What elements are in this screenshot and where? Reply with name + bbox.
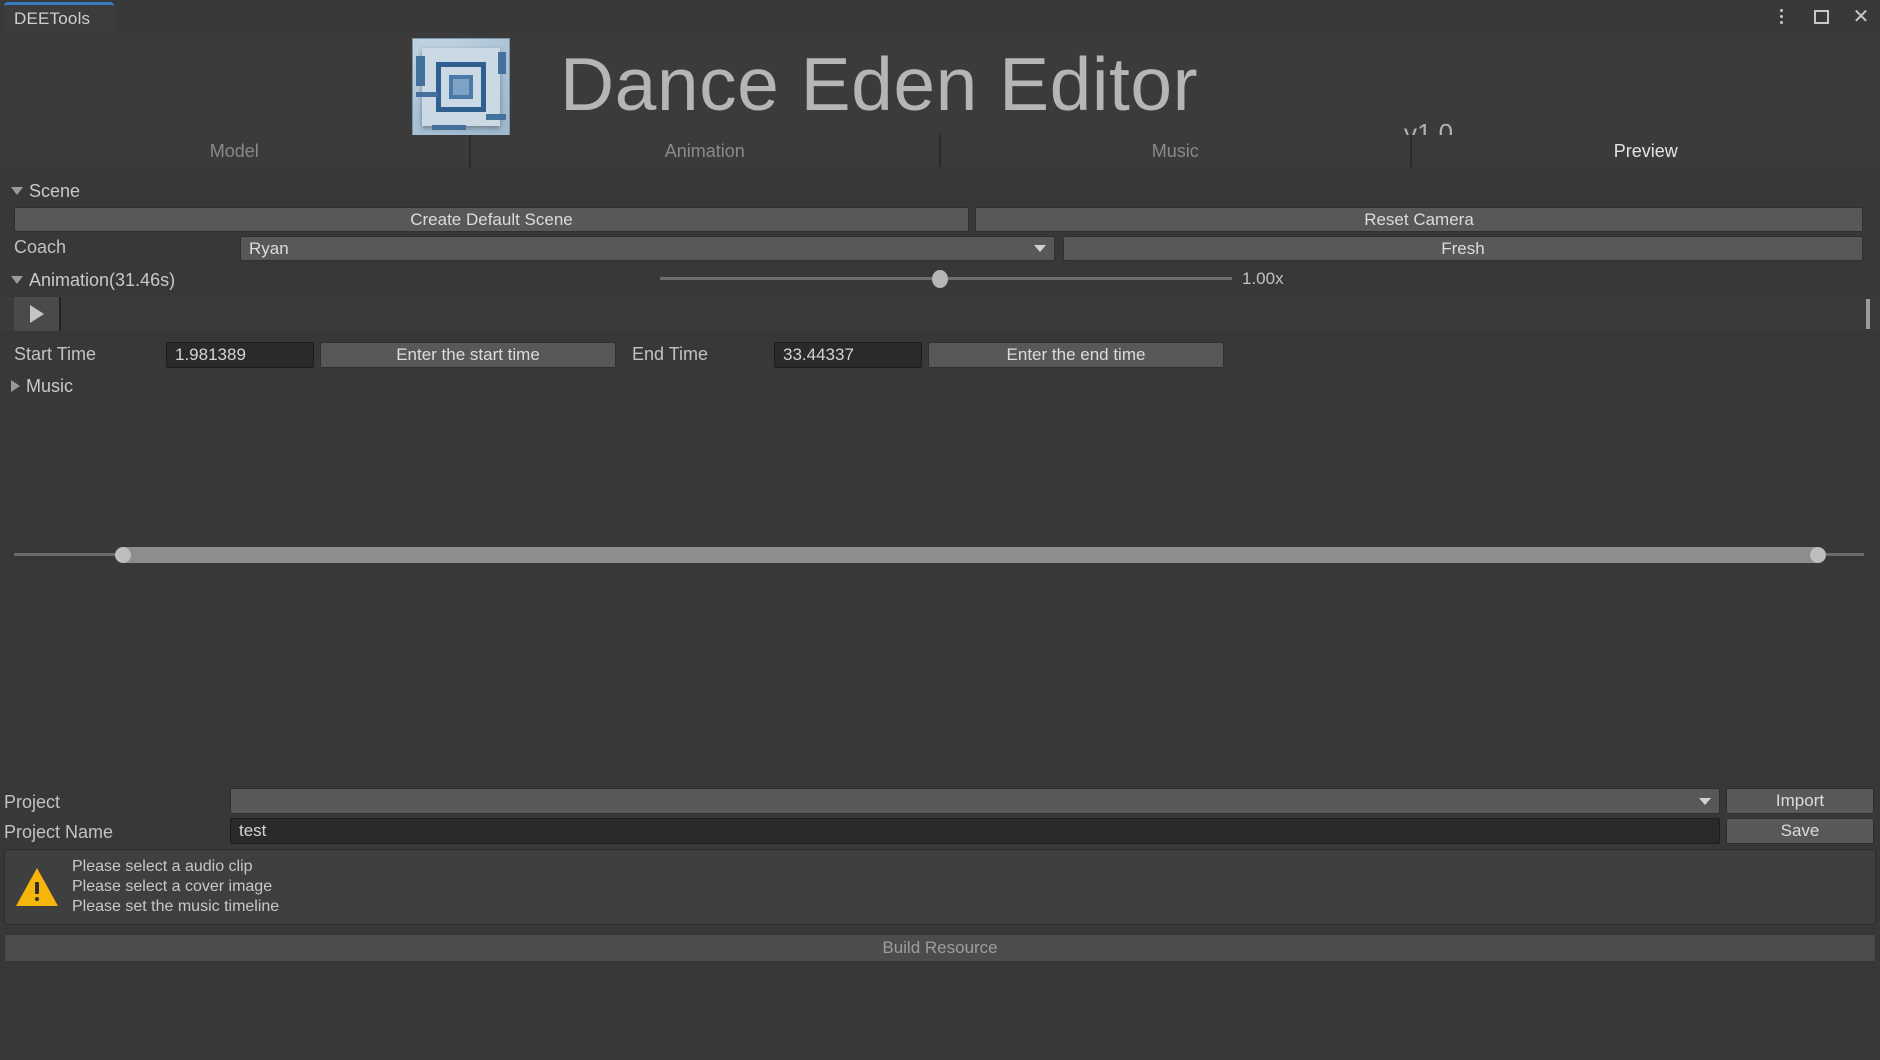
- close-icon[interactable]: ✕: [1850, 6, 1872, 28]
- project-dropdown[interactable]: [230, 788, 1720, 814]
- window-tab-label: DEETools: [14, 9, 91, 28]
- import-button-label: Import: [1775, 791, 1825, 810]
- enter-start-time-button[interactable]: Enter the start time: [320, 342, 616, 368]
- scene-foldout-label: Scene: [29, 180, 81, 201]
- scene-foldout[interactable]: Scene: [0, 180, 1880, 202]
- dance-eden-editor-logo: [412, 38, 510, 136]
- window-controls: ✕: [1770, 0, 1872, 33]
- tab-animation-label: Animation: [664, 140, 745, 161]
- playback-speed-value: 1.00x: [1242, 269, 1284, 288]
- enter-end-time-label: Enter the end time: [1006, 345, 1146, 364]
- music-foldout-label: Music: [26, 375, 74, 396]
- chevron-down-icon: [11, 187, 23, 195]
- project-name-value: test: [239, 821, 267, 840]
- chevron-down-icon: [1034, 245, 1046, 252]
- title-bar: DEETools ✕: [0, 0, 1880, 33]
- tab-music[interactable]: Music: [941, 135, 1412, 167]
- enter-end-time-button[interactable]: Enter the end time: [928, 342, 1224, 368]
- app-header: Dance Eden Editor v1.0: [0, 33, 1880, 148]
- project-name-label: Project Name: [4, 822, 114, 842]
- reset-camera-button[interactable]: Reset Camera: [975, 207, 1863, 232]
- window-tab-deetools[interactable]: DEETools: [4, 2, 114, 33]
- animation-foldout-label: Animation(31.46s): [29, 269, 176, 290]
- tab-animation[interactable]: Animation: [470, 135, 941, 167]
- save-button-label: Save: [1780, 821, 1820, 840]
- fresh-button-label: Fresh: [1441, 238, 1485, 258]
- tab-model-label: Model: [209, 140, 259, 161]
- help-message-2: Please select a cover image: [72, 878, 273, 895]
- help-message-1: Please select a audio clip: [72, 858, 253, 875]
- help-message-3: Please set the music timeline: [72, 898, 280, 915]
- chevron-right-icon: [11, 380, 20, 392]
- project-name-input[interactable]: test: [230, 818, 1720, 844]
- create-default-scene-label: Create Default Scene: [410, 209, 573, 229]
- start-time-input[interactable]: 1.981389: [166, 342, 314, 368]
- build-resource-label: Build Resource: [882, 938, 998, 957]
- tab-preview[interactable]: Preview: [1411, 135, 1880, 167]
- animation-range-slider[interactable]: [14, 546, 1864, 564]
- tab-preview-label: Preview: [1613, 140, 1678, 161]
- animation-range-fill: [123, 547, 1818, 563]
- project-label: Project: [4, 792, 61, 812]
- chevron-down-icon: [11, 276, 23, 284]
- chevron-down-icon: [1699, 797, 1711, 805]
- animation-playback-bar: [0, 297, 1880, 331]
- help-box-messages: Please select a audio clip Please select…: [72, 857, 279, 917]
- end-time-value: 33.44337: [783, 345, 854, 364]
- playback-speed-knob[interactable]: [932, 270, 949, 288]
- playback-speed-slider[interactable]: [660, 270, 1232, 288]
- main-tab-bar: Model Animation Music Preview: [0, 135, 1880, 167]
- coach-label: Coach: [14, 237, 67, 257]
- start-time-label: Start Time: [14, 344, 97, 364]
- animation-range-max-knob[interactable]: [1809, 547, 1826, 563]
- reset-camera-label: Reset Camera: [1364, 209, 1474, 229]
- fresh-button[interactable]: Fresh: [1063, 236, 1863, 261]
- tab-music-label: Music: [1151, 140, 1199, 161]
- maximize-icon[interactable]: [1810, 6, 1832, 28]
- create-default-scene-button[interactable]: Create Default Scene: [14, 207, 969, 232]
- vertical-scrollbar-thumb[interactable]: [1866, 299, 1870, 329]
- play-button[interactable]: [14, 297, 61, 331]
- tab-model[interactable]: Model: [0, 135, 471, 167]
- save-button[interactable]: Save: [1726, 818, 1874, 844]
- start-time-value: 1.981389: [175, 345, 246, 364]
- warning-icon: [16, 868, 58, 906]
- end-time-label: End Time: [632, 344, 709, 364]
- play-icon: [29, 305, 44, 323]
- coach-dropdown-value: Ryan: [249, 238, 289, 258]
- end-time-input[interactable]: 33.44337: [774, 342, 922, 368]
- build-resource-button[interactable]: Build Resource: [4, 934, 1876, 962]
- help-box: Please select a audio clip Please select…: [4, 849, 1876, 925]
- music-foldout[interactable]: Music: [0, 375, 1880, 397]
- import-button[interactable]: Import: [1726, 788, 1874, 814]
- enter-start-time-label: Enter the start time: [396, 345, 540, 364]
- coach-dropdown[interactable]: Ryan: [240, 236, 1055, 261]
- kebab-menu-icon[interactable]: [1770, 6, 1792, 28]
- page-title: Dance Eden Editor: [560, 42, 1199, 126]
